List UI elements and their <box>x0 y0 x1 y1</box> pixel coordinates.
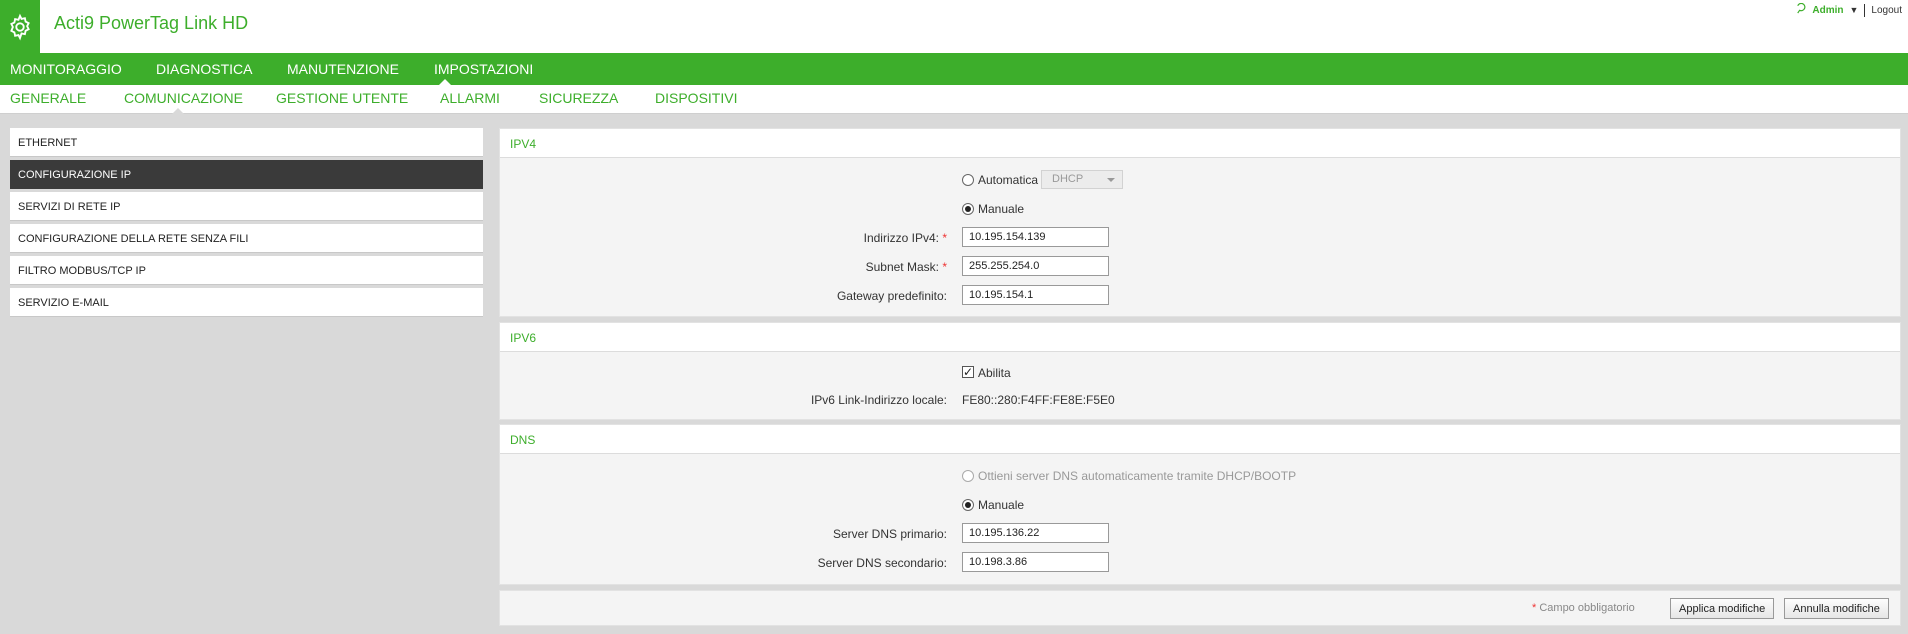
main-tab-manutenzione[interactable]: MANUTENZIONE <box>287 61 399 77</box>
sub-tab-sicurezza[interactable]: SICUREZZA <box>539 90 618 106</box>
subnet-mask-input[interactable] <box>962 256 1109 276</box>
ipv4-address-label: Indirizzo IPv4: * <box>863 231 947 245</box>
subnet-mask-label: Subnet Mask: * <box>865 260 947 274</box>
dns-manual-label: Manuale <box>978 498 1025 512</box>
sub-tab-allarmi[interactable]: ALLARMI <box>440 90 500 106</box>
ipv6-panel-title: IPV6 <box>500 323 1900 352</box>
sub-tab-generale[interactable]: GENERALE <box>10 90 86 106</box>
ipv6-enable-checkbox[interactable]: ✓ <box>962 366 974 378</box>
dns-panel: DNS Ottieni server DNS automaticamente t… <box>499 424 1901 585</box>
sidebar-item-rete-senza-fili[interactable]: CONFIGURAZIONE DELLA RETE SENZA FILI <box>10 224 483 253</box>
main-tab-monitoraggio[interactable]: MONITORAGGIO <box>10 61 122 77</box>
sidebar-item-servizio-email[interactable]: SERVIZIO E-MAIL <box>10 288 483 317</box>
sidebar-item-configurazione-ip[interactable]: CONFIGURAZIONE IP <box>10 160 483 189</box>
main-tab-impostazioni[interactable]: IMPOSTAZIONI <box>434 61 533 77</box>
ipv6-local-value: FE80::280:F4FF:FE8E:F5E0 <box>962 393 1115 407</box>
ipv6-local-label: IPv6 Link-Indirizzo locale: <box>810 393 947 407</box>
dns-secondary-label: Server DNS secondario: <box>817 556 947 570</box>
sub-tab-dispositivi[interactable]: DISPOSITIVI <box>655 90 737 106</box>
dns-secondary-input[interactable] <box>962 552 1109 572</box>
logout-link[interactable]: Logout <box>1871 5 1902 16</box>
main-tab-diagnostica[interactable]: DIAGNOSTICA <box>156 61 252 77</box>
gateway-input[interactable] <box>962 285 1109 305</box>
ipv4-auto-label: Automatica <box>978 173 1039 187</box>
sidebar-item-ethernet[interactable]: ETHERNET <box>10 128 483 157</box>
dns-primary-input[interactable] <box>962 523 1109 543</box>
chevron-down-icon[interactable]: ▼ <box>1849 5 1858 15</box>
active-subtab-indicator <box>172 108 184 114</box>
user-menu[interactable]: Admin <box>1812 5 1843 16</box>
ipv6-enable-label: Abilita <box>978 366 1011 380</box>
sub-nav: GENERALE COMUNICAZIONE GESTIONE UTENTE A… <box>0 85 1908 114</box>
sidebar-item-servizi-di-rete-ip[interactable]: SERVIZI DI RETE IP <box>10 192 483 221</box>
top-bar: Acti9 PowerTag Link HD Admin ▼ Logout <box>0 0 1908 53</box>
apply-button[interactable]: Applica modifiche <box>1670 598 1775 619</box>
dns-manual-radio[interactable] <box>962 499 974 511</box>
ipv4-auto-select-value: DHCP <box>1052 173 1084 185</box>
sub-tab-gestione-utente[interactable]: GESTIONE UTENTE <box>276 90 408 106</box>
ipv4-manual-label: Manuale <box>978 202 1025 216</box>
divider <box>1864 3 1866 17</box>
cancel-button[interactable]: Annulla modifiche <box>1784 598 1889 619</box>
dns-auto-label: Ottieni server DNS automaticamente trami… <box>978 469 1297 483</box>
ipv4-auto-radio[interactable] <box>962 174 974 186</box>
required-note: * Campo obbligatorio <box>1532 602 1635 614</box>
user-icon <box>1795 2 1806 17</box>
sidebar-item-filtro-modbus[interactable]: FILTRO MODBUS/TCP IP <box>10 256 483 285</box>
gear-logo-icon <box>0 0 40 53</box>
app-title: Acti9 PowerTag Link HD <box>54 13 249 33</box>
dns-primary-label: Server DNS primario: <box>832 527 947 541</box>
gateway-label: Gateway predefinito: <box>836 289 947 303</box>
ipv6-panel: IPV6 ✓ Abilita IPv6 Link-Indirizzo local… <box>499 322 1901 420</box>
ipv4-panel: IPV4 Automatica DHCP Manuale Indirizzo I… <box>499 128 1901 317</box>
ipv4-address-input[interactable] <box>962 227 1109 247</box>
ipv4-auto-select[interactable]: DHCP <box>1041 170 1123 189</box>
ipv4-manual-radio[interactable] <box>962 203 974 215</box>
dns-panel-title: DNS <box>500 425 1900 454</box>
chevron-down-icon <box>1107 178 1115 182</box>
sub-tab-comunicazione[interactable]: COMUNICAZIONE <box>124 90 243 106</box>
actions-bar: * Campo obbligatorio Applica modifiche A… <box>499 590 1901 626</box>
user-area: Admin ▼ Logout <box>1795 2 1902 17</box>
dns-auto-radio[interactable] <box>962 470 974 482</box>
ipv4-panel-title: IPV4 <box>500 129 1900 158</box>
main-nav: MONITORAGGIO DIAGNOSTICA MANUTENZIONE IM… <box>0 53 1908 85</box>
